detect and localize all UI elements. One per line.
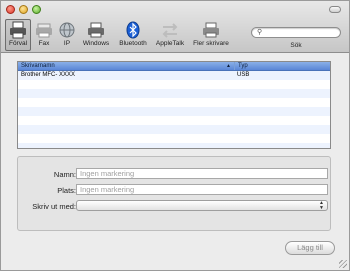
- empty-row: [18, 89, 330, 98]
- minimize-window-button[interactable]: [19, 5, 28, 14]
- empty-row: [18, 143, 330, 148]
- place-label: Plats:: [57, 186, 76, 195]
- table-row[interactable]: Brother MFC- XXXX USB: [18, 71, 330, 80]
- empty-row: [18, 80, 330, 89]
- toolbar: Förval Fax IP Windows Bluetooth AppleTal…: [1, 1, 349, 53]
- toolbar-item-default[interactable]: Förval: [5, 19, 31, 51]
- search-label: Sök: [290, 42, 302, 49]
- toolbar-item-label: Bluetooth: [119, 40, 147, 47]
- place-field[interactable]: Ingen markering: [76, 184, 328, 195]
- close-window-button[interactable]: [6, 5, 15, 14]
- more-printers-icon: [203, 22, 219, 38]
- toolbar-item-more-printers[interactable]: Fler skrivare: [190, 20, 232, 52]
- column-header-type[interactable]: Typ: [234, 62, 330, 70]
- list-header: Skrivarnamn ▲ Typ: [18, 62, 330, 71]
- toolbar-item-label: Fler skrivare: [193, 40, 229, 47]
- search-icon: ⚲: [257, 29, 263, 36]
- printer-type-cell: USB: [237, 72, 250, 78]
- empty-row: [18, 107, 330, 116]
- empty-row: [18, 116, 330, 125]
- printer-list[interactable]: Skrivarnamn ▲ Typ Brother MFC- XXXX USB: [17, 61, 331, 149]
- add-button[interactable]: Lägg till: [285, 241, 335, 255]
- empty-row: [18, 125, 330, 134]
- toolbar-item-label: IP: [63, 40, 71, 47]
- appletalk-icon: [162, 23, 178, 38]
- toolbar-item-label: Windows: [82, 40, 110, 47]
- print-with-label: Skriv ut med:: [32, 202, 76, 211]
- printer-browser-window: Förval Fax IP Windows Bluetooth AppleTal…: [0, 0, 350, 271]
- printer-default-icon: [10, 21, 26, 39]
- toolbar-item-label: Förval: [8, 40, 28, 47]
- name-field[interactable]: Ingen markering: [76, 168, 328, 179]
- toolbar-item-appletalk[interactable]: AppleTalk: [153, 20, 187, 52]
- list-rows: Brother MFC- XXXX USB: [18, 71, 330, 148]
- empty-row: [18, 134, 330, 143]
- toolbar-toggle-button[interactable]: [329, 6, 341, 13]
- printer-info-panel: Namn: Ingen markering Plats: Ingen marke…: [17, 156, 331, 231]
- toolbar-item-ip[interactable]: IP: [58, 20, 76, 52]
- name-label: Namn:: [53, 170, 76, 179]
- fax-icon: [36, 23, 52, 38]
- toolbar-item-label: Fax: [38, 40, 50, 47]
- toolbar-item-bluetooth[interactable]: Bluetooth: [116, 20, 150, 52]
- column-header-name[interactable]: Skrivarnamn ▲: [18, 62, 234, 70]
- toolbar-item-fax[interactable]: Fax: [34, 20, 54, 52]
- sort-ascending-icon: ▲: [226, 63, 231, 69]
- resize-grip[interactable]: [339, 260, 347, 268]
- printer-name-cell: Brother MFC- XXXX: [21, 72, 76, 78]
- select-arrows-icon: ▲ ▼: [319, 200, 324, 211]
- print-with-select[interactable]: ▲ ▼: [76, 200, 328, 211]
- toolbar-item-windows[interactable]: Windows: [81, 20, 111, 52]
- globe-ip-icon: [59, 22, 75, 38]
- empty-row: [18, 98, 330, 107]
- bluetooth-icon: [126, 21, 140, 39]
- toolbar-item-label: AppleTalk: [155, 40, 185, 47]
- search-input[interactable]: ⚲: [251, 27, 341, 38]
- zoom-window-button[interactable]: [32, 5, 41, 14]
- windows-printer-icon: [88, 22, 104, 38]
- column-header-name-label: Skrivarnamn: [21, 63, 55, 69]
